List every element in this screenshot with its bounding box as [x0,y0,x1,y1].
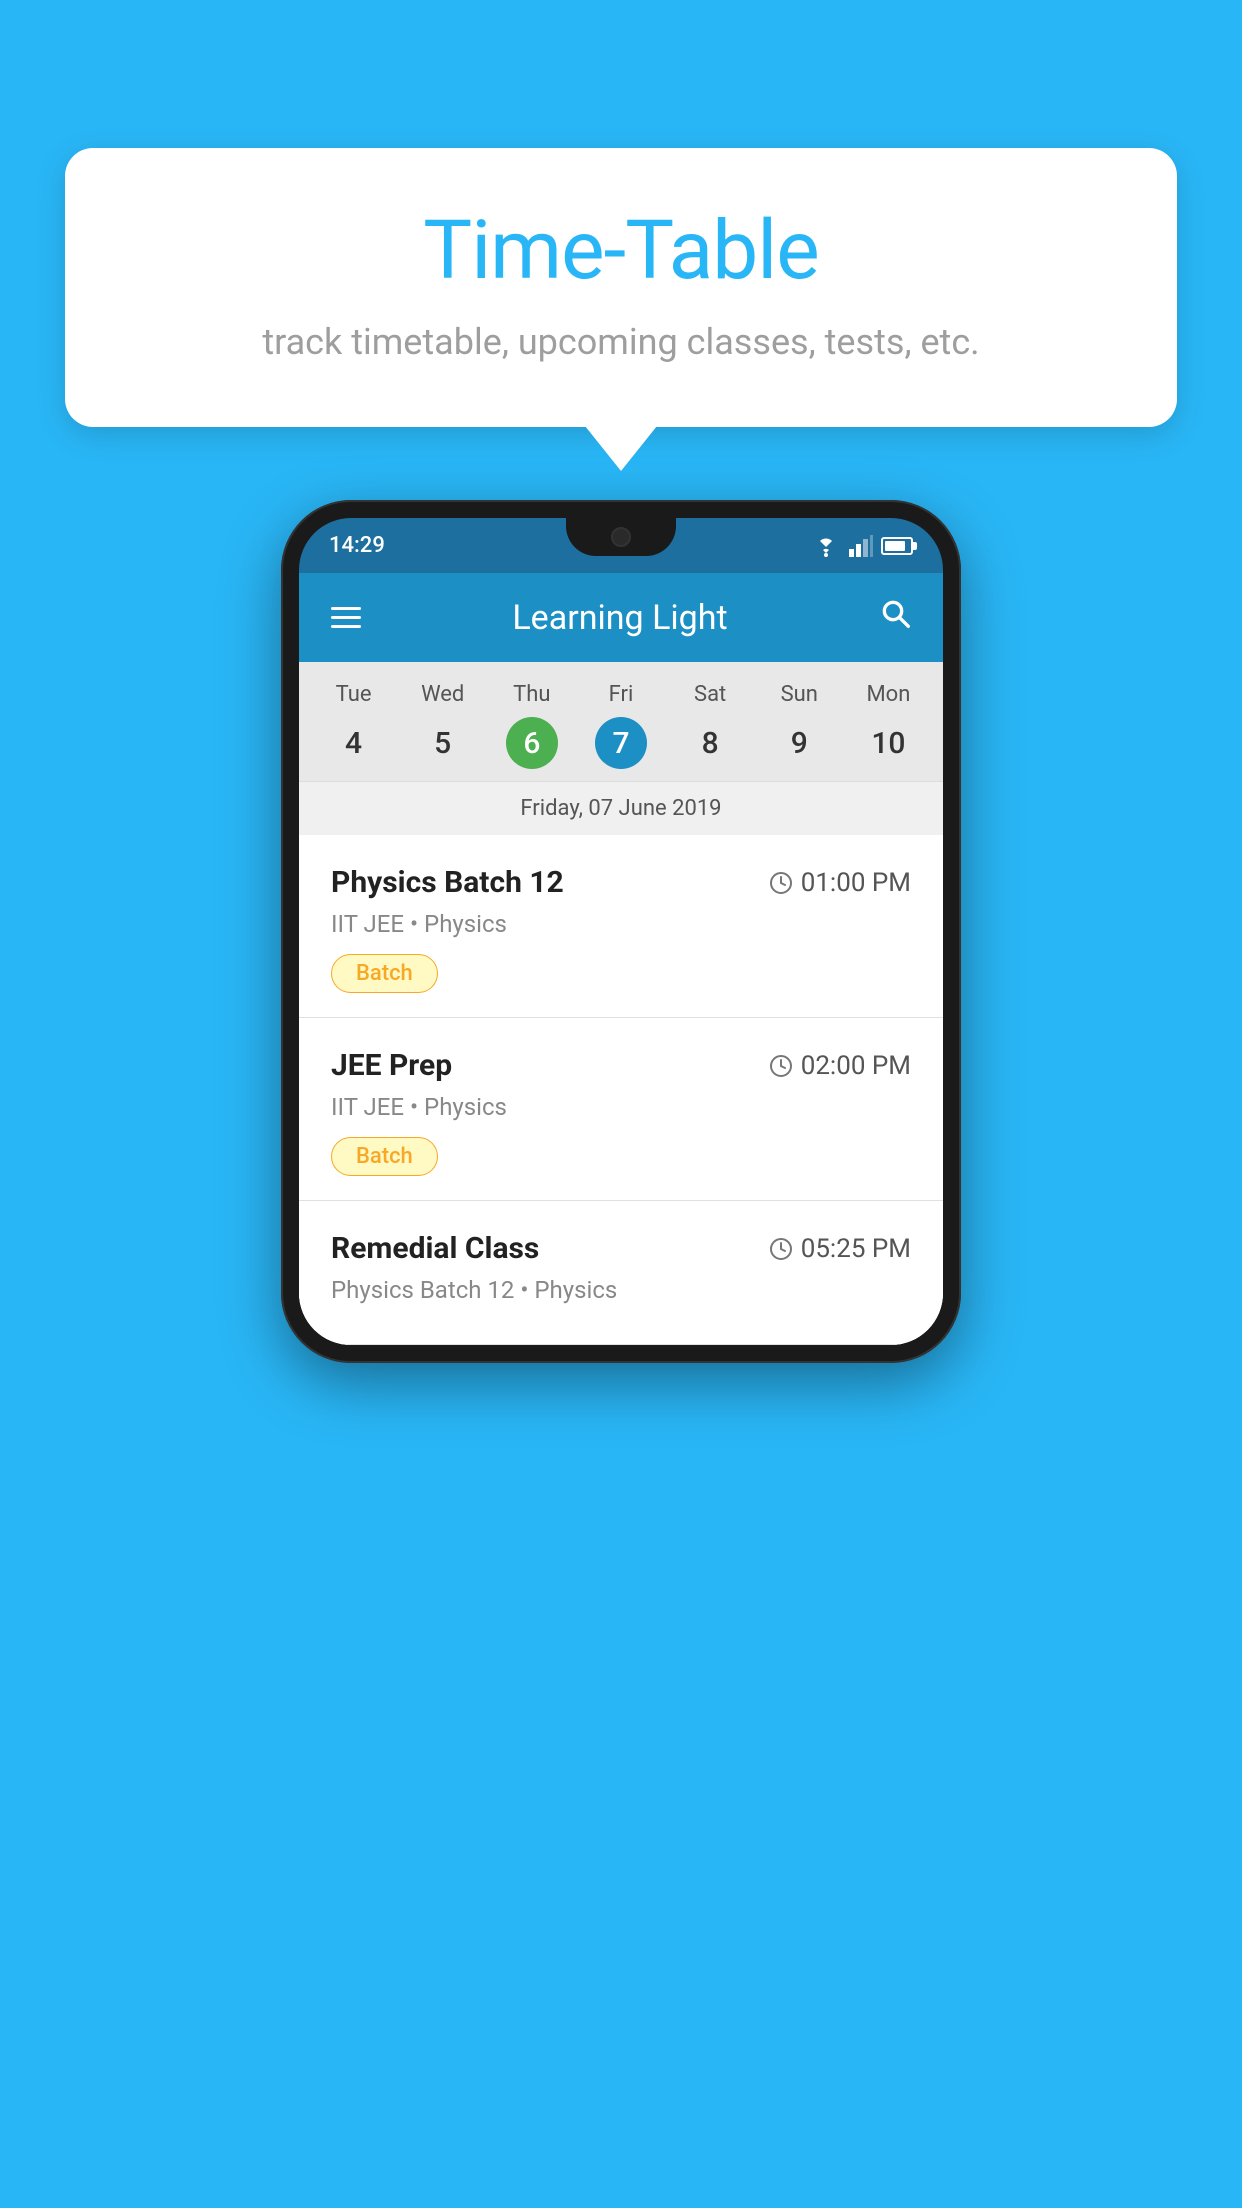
day-number: 10 [862,717,914,769]
schedule-item[interactable]: Remedial Class 05:25 PM Physics Batch 12… [299,1201,943,1345]
schedule-item[interactable]: JEE Prep 02:00 PM IIT JEE • Physics Batc… [299,1018,943,1201]
calendar-day[interactable]: Fri 7 [581,682,661,769]
schedule-time: 05:25 PM [769,1234,911,1264]
day-name: Thu [513,682,550,707]
day-name: Mon [866,682,910,707]
status-bar: 14:29 [299,518,943,573]
wifi-icon [811,535,841,557]
phone-device: 14:29 [281,500,961,1363]
clock-icon [769,871,793,895]
schedule-subtitle: IIT JEE • Physics [331,910,911,938]
app-title: Learning Light [512,598,727,638]
hamburger-menu-button[interactable] [331,607,361,628]
clock-icon [769,1237,793,1261]
batch-tag: Batch [331,954,438,993]
signal-icon [849,535,873,557]
app-header: Learning Light [299,573,943,662]
schedule-item-header: Physics Batch 12 01:00 PM [331,865,911,900]
status-time: 14:29 [329,533,385,558]
tooltip-card: Time-Table track timetable, upcoming cla… [65,148,1177,427]
days-row: Tue 4 Wed 5 Thu 6 Fri 7 Sat 8 Sun 9 Mon 10 [299,682,943,769]
calendar-day[interactable]: Sun 9 [759,682,839,769]
phone-notch [566,518,676,556]
hamburger-line-2 [331,616,361,619]
clock-icon [769,1054,793,1078]
batch-tag: Batch [331,1137,438,1176]
calendar-day[interactable]: Thu 6 [492,682,572,769]
day-name: Sun [781,682,818,707]
search-button[interactable] [879,597,911,638]
phone-camera [611,527,631,547]
calendar-day[interactable]: Mon 10 [848,682,928,769]
day-name: Fri [609,682,634,707]
day-name: Sat [694,682,726,707]
day-number: 8 [684,717,736,769]
calendar-strip: Tue 4 Wed 5 Thu 6 Fri 7 Sat 8 Sun 9 Mon 10 Friday, 07… [299,662,943,835]
day-name: Wed [421,682,464,707]
hamburger-line-3 [331,625,361,628]
status-icons [811,535,913,557]
schedule-time: 01:00 PM [769,868,911,898]
tooltip-subtitle: track timetable, upcoming classes, tests… [125,317,1117,367]
calendar-day[interactable]: Tue 4 [314,682,394,769]
schedule-item-header: Remedial Class 05:25 PM [331,1231,911,1266]
day-name: Tue [336,682,372,707]
calendar-day[interactable]: Wed 5 [403,682,483,769]
hamburger-line-1 [331,607,361,610]
battery-icon [881,537,913,555]
day-number: 5 [417,717,469,769]
schedule-item[interactable]: Physics Batch 12 01:00 PM IIT JEE • Phys… [299,835,943,1018]
schedule-subtitle: IIT JEE • Physics [331,1093,911,1121]
schedule-title: Physics Batch 12 [331,865,564,900]
schedule-title: JEE Prep [331,1048,452,1083]
calendar-date-label: Friday, 07 June 2019 [299,781,943,835]
schedule-title: Remedial Class [331,1231,539,1266]
schedule-time: 02:00 PM [769,1051,911,1081]
schedule-subtitle: Physics Batch 12 • Physics [331,1276,911,1304]
phone-screen: Learning Light Tue4Wed5Thu6Fri7Sat8Sun9M… [299,573,943,1345]
day-number: 7 [595,717,647,769]
schedule-item-header: JEE Prep 02:00 PM [331,1048,911,1083]
tooltip-title: Time-Table [125,203,1117,299]
schedule-list: Physics Batch 12 01:00 PM IIT JEE • Phys… [299,835,943,1345]
day-number: 9 [773,717,825,769]
day-number: 4 [328,717,380,769]
calendar-day[interactable]: Sat 8 [670,682,750,769]
day-number: 6 [506,717,558,769]
